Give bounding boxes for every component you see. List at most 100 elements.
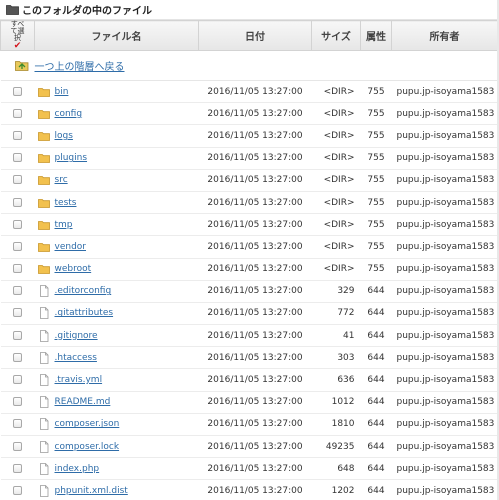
row-checkbox[interactable]	[13, 286, 22, 296]
row-checkbox[interactable]	[13, 397, 22, 407]
row-checkbox[interactable]	[13, 485, 22, 495]
file-name-link[interactable]: .editorconfig	[55, 286, 112, 296]
file-owner: pupu.jp-isoyama1583	[391, 302, 498, 326]
file-size: 303	[311, 346, 361, 370]
table-header: すべて選択 ✔ ファイル名 日付 サイズ 属性 所有者	[0, 20, 498, 51]
file-owner: pupu.jp-isoyama1583	[391, 80, 498, 104]
row-checkbox[interactable]	[13, 330, 22, 340]
file-owner: pupu.jp-isoyama1583	[391, 191, 498, 215]
folder-icon	[37, 263, 50, 275]
file-size: <DIR>	[311, 213, 361, 237]
file-permission: 755	[360, 258, 392, 281]
file-table: すべて選択 ✔ ファイル名 日付 サイズ 属性 所有者 一つ上の階層へ戻る bi…	[0, 20, 498, 500]
folder-icon	[6, 4, 19, 15]
file-size: 329	[311, 280, 361, 303]
folder-icon	[37, 152, 50, 164]
file-name-link[interactable]: tests	[55, 198, 77, 208]
row-checkbox[interactable]	[13, 419, 22, 429]
row-checkbox[interactable]	[13, 86, 22, 96]
column-header-name[interactable]: ファイル名	[34, 20, 199, 51]
folder-up-icon	[14, 60, 29, 71]
file-name-link[interactable]: .gitattributes	[55, 308, 114, 318]
file-owner: pupu.jp-isoyama1583	[391, 258, 498, 281]
row-checkbox[interactable]	[13, 175, 22, 185]
file-owner: pupu.jp-isoyama1583	[391, 435, 498, 459]
file-name-link[interactable]: webroot	[55, 264, 92, 274]
file-size: 636	[311, 368, 361, 392]
file-size: 772	[311, 302, 361, 326]
file-name-link[interactable]: logs	[55, 131, 73, 141]
row-checkbox[interactable]	[13, 197, 22, 207]
row-checkbox[interactable]	[13, 264, 22, 274]
column-header-perm[interactable]: 属性	[360, 20, 392, 51]
file-permission: 755	[360, 169, 392, 192]
file-owner: pupu.jp-isoyama1583	[391, 124, 498, 148]
file-icon	[38, 329, 50, 342]
file-date: 2016/11/05 13:27:00	[198, 235, 312, 259]
file-row: .gitattributes 2016/11/05 13:27:00 772 644 p…	[0, 302, 498, 326]
column-header-date[interactable]: 日付	[198, 20, 312, 51]
file-owner: pupu.jp-isoyama1583	[391, 235, 498, 259]
column-header-size[interactable]: サイズ	[311, 20, 361, 51]
file-date: 2016/11/05 13:27:00	[198, 124, 312, 148]
folder-icon	[37, 86, 50, 98]
row-checkbox[interactable]	[13, 108, 22, 118]
row-checkbox[interactable]	[13, 153, 22, 163]
file-name-link[interactable]: config	[55, 109, 83, 119]
parent-folder-link[interactable]: 一つ上の階層へ戻る	[1, 58, 498, 73]
select-all-label: すべて選択	[10, 20, 25, 42]
row-checkbox[interactable]	[13, 241, 22, 251]
file-permission: 755	[360, 102, 392, 126]
folder-icon	[37, 174, 50, 186]
select-all-button[interactable]: すべて選択 ✔	[0, 20, 35, 51]
file-date: 2016/11/05 13:27:00	[198, 213, 312, 237]
file-icon	[38, 485, 50, 497]
file-name-link[interactable]: .travis.yml	[55, 375, 103, 385]
file-name-link[interactable]: plugins	[55, 153, 88, 163]
file-permission: 644	[360, 479, 392, 500]
file-date: 2016/11/05 13:27:00	[198, 346, 312, 370]
file-name-link[interactable]: src	[55, 175, 68, 185]
file-date: 2016/11/05 13:27:00	[198, 102, 312, 126]
checkmark-icon: ✔	[13, 41, 22, 51]
file-date: 2016/11/05 13:27:00	[198, 258, 312, 281]
file-date: 2016/11/05 13:27:00	[198, 80, 312, 104]
row-checkbox[interactable]	[13, 375, 22, 385]
file-date: 2016/11/05 13:27:00	[198, 324, 312, 348]
file-size: <DIR>	[311, 169, 361, 192]
file-row: composer.lock 2016/11/05 13:27:00 49235 644…	[0, 435, 498, 459]
file-name-link[interactable]: index.php	[55, 464, 100, 474]
row-checkbox[interactable]	[13, 463, 22, 473]
file-row: .travis.yml 2016/11/05 13:27:00 636 644 pupu…	[0, 368, 498, 392]
file-icon	[38, 462, 50, 475]
row-checkbox[interactable]	[13, 219, 22, 229]
file-name-link[interactable]: README.md	[55, 397, 111, 407]
file-permission: 644	[360, 413, 392, 437]
file-name-link[interactable]: composer.lock	[55, 442, 120, 452]
file-owner: pupu.jp-isoyama1583	[391, 280, 498, 303]
row-checkbox[interactable]	[13, 130, 22, 140]
file-row: README.md 2016/11/05 13:27:00 1012 644 pupu.…	[0, 391, 498, 414]
file-permission: 644	[360, 457, 392, 481]
column-header-owner[interactable]: 所有者	[391, 20, 498, 51]
row-checkbox[interactable]	[13, 441, 22, 451]
file-name-link[interactable]: bin	[55, 87, 69, 97]
file-name-link[interactable]: .htaccess	[55, 353, 97, 363]
file-owner: pupu.jp-isoyama1583	[391, 391, 498, 414]
file-name-link[interactable]: tmp	[55, 220, 73, 230]
row-checkbox[interactable]	[13, 308, 22, 318]
file-permission: 644	[360, 280, 392, 303]
file-icon	[38, 307, 50, 320]
file-icon	[38, 418, 50, 431]
file-row: composer.json 2016/11/05 13:27:00 1810 644 p…	[0, 413, 498, 437]
file-name-link[interactable]: composer.json	[55, 419, 120, 429]
file-name-link[interactable]: vendor	[55, 242, 87, 252]
file-name-link[interactable]: .gitignore	[55, 331, 98, 341]
file-name-link[interactable]: phpunit.xml.dist	[55, 486, 128, 496]
folder-icon	[37, 130, 50, 142]
file-permission: 644	[360, 391, 392, 414]
row-checkbox[interactable]	[13, 352, 22, 362]
folder-icon	[37, 108, 50, 120]
panel-title: このフォルダの中のファイル	[22, 6, 152, 17]
file-permission: 644	[360, 435, 392, 459]
